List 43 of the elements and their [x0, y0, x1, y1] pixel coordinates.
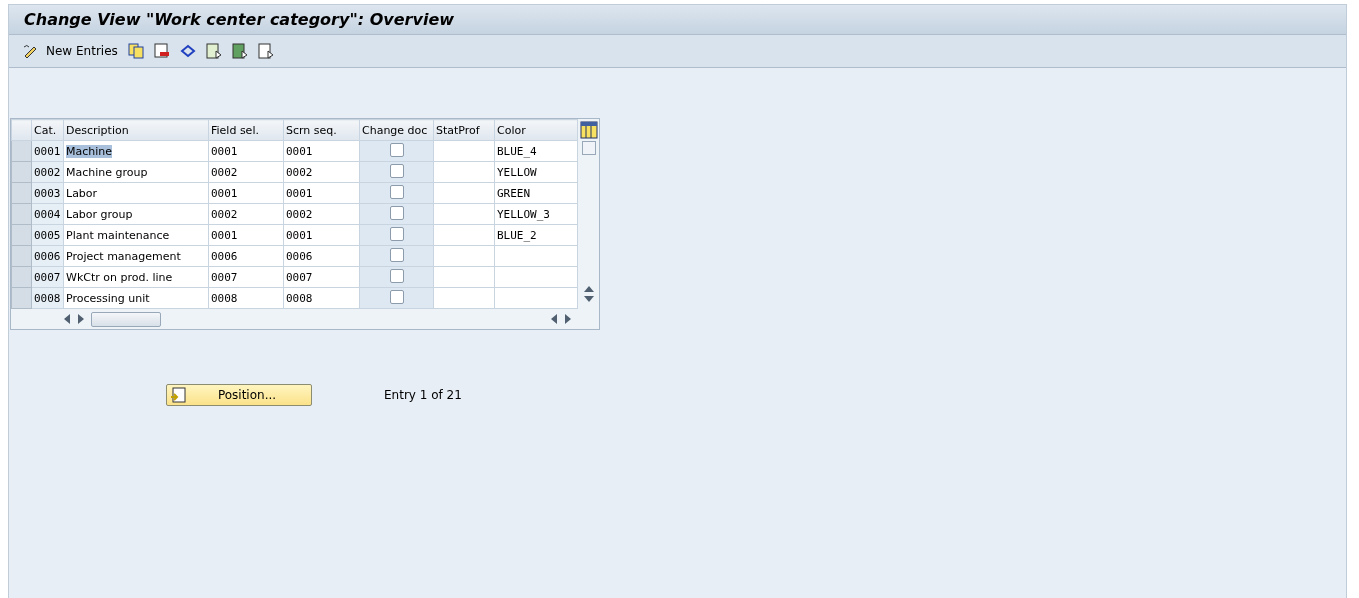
- scroll-thumb[interactable]: [91, 311, 161, 327]
- column-settings-icon[interactable]: [580, 121, 598, 139]
- checkbox[interactable]: [389, 289, 404, 304]
- column-header[interactable]: Scrn seq.: [283, 119, 360, 141]
- scroll-right-icon[interactable]: [564, 314, 572, 324]
- copy-icon: [127, 43, 144, 59]
- column-header[interactable]: Cat.: [31, 119, 64, 141]
- column-header[interactable]: Field sel.: [208, 119, 284, 141]
- new-entries-button[interactable]: New Entries: [19, 40, 121, 62]
- entry-count: Entry 1 of 21: [384, 388, 462, 402]
- select-block-icon: [231, 43, 248, 59]
- checkbox[interactable]: [389, 163, 404, 178]
- row-selector[interactable]: [11, 203, 32, 225]
- scroll-up-icon[interactable]: [584, 285, 594, 293]
- column-header[interactable]: StatProf: [433, 119, 495, 141]
- window-title: Change View "Work center category": Overview: [9, 5, 1346, 35]
- position-icon: [170, 387, 186, 403]
- column-header[interactable]: Color: [494, 119, 578, 141]
- row-selector[interactable]: [11, 224, 32, 246]
- column-header[interactable]: Change doc: [359, 119, 434, 141]
- checkbox[interactable]: [389, 205, 404, 220]
- row-selector[interactable]: [11, 245, 32, 267]
- checkbox[interactable]: [389, 268, 404, 283]
- checkbox[interactable]: [389, 226, 404, 241]
- checkbox[interactable]: [389, 142, 404, 157]
- row-selector[interactable]: [11, 140, 32, 162]
- select-all-icon: [205, 43, 222, 59]
- delete-row-icon: [153, 43, 170, 59]
- scroll-right-icon[interactable]: [77, 314, 85, 324]
- row-selector[interactable]: [11, 266, 32, 288]
- deselect-icon: [257, 43, 274, 59]
- column-header[interactable]: Description: [63, 119, 209, 141]
- row-selector[interactable]: [11, 161, 32, 183]
- scroll-thumb-icon[interactable]: [582, 141, 596, 155]
- row-selector[interactable]: [11, 287, 32, 309]
- pencil-icon: [22, 43, 38, 59]
- position-button[interactable]: Position...: [166, 384, 312, 406]
- scroll-left-icon[interactable]: [550, 314, 558, 324]
- checkbox[interactable]: [389, 184, 404, 199]
- checkbox[interactable]: [389, 247, 404, 262]
- scroll-left-icon[interactable]: [63, 314, 71, 324]
- scroll-down-icon[interactable]: [584, 295, 594, 303]
- row-selector[interactable]: [11, 182, 32, 204]
